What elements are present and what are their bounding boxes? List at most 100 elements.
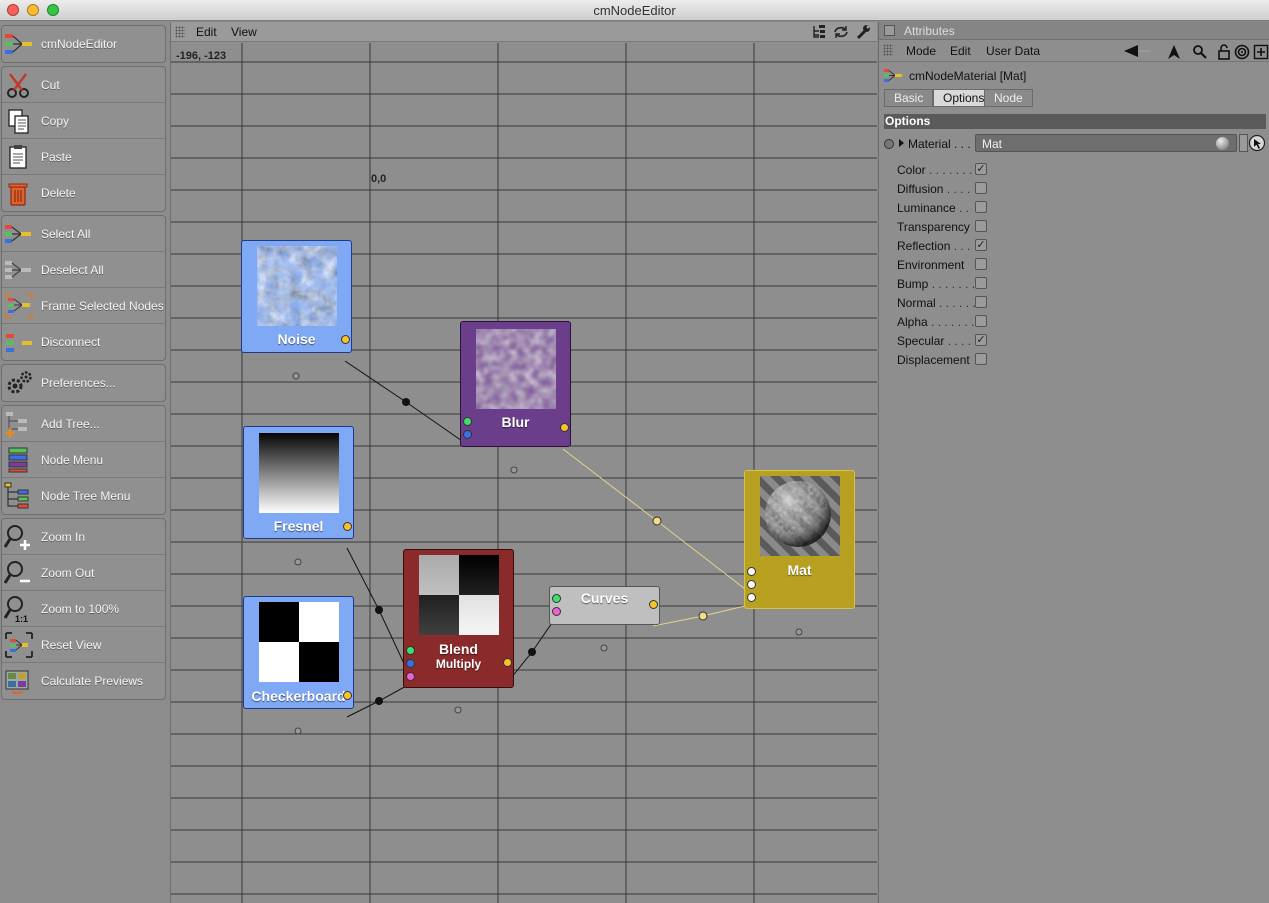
node-bottom-handle: [454, 706, 462, 714]
sidebar-item-node-tree-menu[interactable]: Node Tree Menu: [2, 478, 165, 514]
grip-handle-icon[interactable]: [175, 26, 185, 38]
sidebar-item-deselect-all[interactable]: Deselect All: [2, 252, 165, 288]
add-panel-icon[interactable]: [1253, 44, 1269, 60]
node-curves[interactable]: Curves: [549, 586, 660, 625]
option-row-environment: Environment: [897, 256, 1097, 275]
material-link-menu-button[interactable]: [1239, 134, 1248, 152]
curves-input-pink-port[interactable]: [552, 607, 561, 616]
blend-input-pink-port[interactable]: [406, 672, 415, 681]
noise-output-port[interactable]: [341, 335, 350, 344]
sidebar-item-paste[interactable]: Paste: [2, 139, 165, 175]
mat-input-port-3[interactable]: [747, 593, 756, 602]
back-arrow-icon[interactable]: [1122, 43, 1152, 59]
zoom-100-icon: 1:1: [4, 596, 28, 623]
option-label-text: Bump: [897, 277, 929, 291]
checkbox-specular[interactable]: ✓: [975, 334, 987, 346]
sidebar-item-disconnect[interactable]: Disconnect: [2, 324, 165, 360]
sidebar-group: Zoom In Zoom Out 1:1 Zoom to 100% Reset View…: [1, 518, 166, 700]
node-checkerboard[interactable]: Checkerboard: [243, 596, 354, 709]
deselect-all-icon: [5, 261, 31, 279]
node-blur[interactable]: Blur: [460, 321, 571, 447]
checkbox-alpha[interactable]: [975, 315, 987, 327]
menu-mode[interactable]: Mode: [906, 44, 936, 58]
zoom-out-icon: [4, 561, 30, 584]
sync-view-icon[interactable]: [833, 24, 849, 40]
sidebar-item-node-menu[interactable]: Node Menu: [2, 442, 165, 478]
lock-icon[interactable]: [1216, 44, 1232, 60]
checkbox-normal[interactable]: [975, 296, 987, 308]
blur-input-green-port[interactable]: [463, 417, 472, 426]
curves-input-green-port[interactable]: [552, 594, 561, 603]
up-arrow-icon[interactable]: [1166, 44, 1182, 60]
sidebar-item-zoom-out[interactable]: Zoom Out: [2, 555, 165, 591]
wrench-icon[interactable]: [855, 24, 871, 40]
checkerboard-output-port[interactable]: [343, 691, 352, 700]
tab-basic[interactable]: Basic: [884, 89, 934, 107]
checkbox-environment[interactable]: [975, 258, 987, 270]
node-noise[interactable]: Noise: [241, 240, 352, 353]
menu-edit[interactable]: Edit: [950, 44, 971, 58]
mat-input-port-2[interactable]: [747, 580, 756, 589]
sidebar-item-cut[interactable]: Cut: [2, 67, 165, 103]
sidebar-item-reset-view[interactable]: Reset View: [2, 627, 165, 663]
sidebar-item-label: Reset View: [41, 637, 102, 652]
node-fresnel[interactable]: Fresnel: [243, 426, 354, 539]
checkbox-diffusion[interactable]: [975, 182, 987, 194]
node-blend[interactable]: Blend Multiply: [403, 549, 514, 688]
material-link-field[interactable]: Mat: [975, 134, 1237, 152]
window-title: cmNodeEditor: [593, 3, 676, 18]
blur-input-blue-port[interactable]: [463, 430, 472, 439]
mat-preview: [760, 476, 840, 556]
option-row-diffusion: Diffusion . . . .: [897, 180, 1097, 199]
tab-node[interactable]: Node: [984, 89, 1033, 107]
checkbox-reflection[interactable]: ✓: [975, 239, 987, 251]
sidebar-item-zoom-in[interactable]: Zoom In: [2, 519, 165, 555]
blend-output-port[interactable]: [503, 658, 512, 667]
option-label: Environment: [897, 258, 964, 272]
search-icon[interactable]: [1192, 44, 1208, 60]
panel-checkbox[interactable]: [884, 25, 895, 36]
tree-view-icon[interactable]: [811, 24, 827, 40]
menu-view[interactable]: View: [231, 25, 257, 39]
sidebar-item-copy[interactable]: Copy: [2, 103, 165, 139]
menu-edit[interactable]: Edit: [196, 25, 217, 39]
fresnel-output-port[interactable]: [343, 522, 352, 531]
material-animation-dot[interactable]: [884, 139, 894, 149]
blend-input-blue-port[interactable]: [406, 659, 415, 668]
sidebar-item-select-all[interactable]: Select All: [2, 216, 165, 252]
grip-handle-icon[interactable]: [883, 44, 893, 56]
sidebar-item-delete[interactable]: Delete: [2, 175, 165, 211]
attributes-menu-bar: Mode Edit User Data: [879, 40, 1269, 62]
checkbox-displacement[interactable]: [975, 353, 987, 365]
node-blur-label: Blur: [501, 414, 530, 430]
checkbox-bump[interactable]: [975, 277, 987, 289]
target-icon[interactable]: [1234, 44, 1250, 60]
sidebar-group: cmNodeEditor: [1, 25, 166, 63]
option-label-dots: . . . . . .: [939, 296, 976, 310]
sidebar-item-zoom-to-100[interactable]: 1:1 Zoom to 100%: [2, 591, 165, 627]
mat-input-port-1[interactable]: [747, 567, 756, 576]
sidebar-item-calculate-previews[interactable]: Calculate Previews: [2, 663, 165, 699]
expand-arrow-icon[interactable]: [899, 139, 904, 147]
node-blend-label: Blend: [439, 641, 478, 657]
sidebar-item-preferences[interactable]: Preferences...: [2, 365, 165, 401]
node-mat[interactable]: Mat: [744, 470, 855, 609]
node-editor-canvas[interactable]: Edit View -196, -123 0,0 Noise Blur Fres…: [170, 22, 877, 903]
sidebar-item-cmnodeeditor[interactable]: cmNodeEditor: [2, 26, 165, 62]
sidebar-item-add-tree[interactable]: Add Tree...: [2, 406, 165, 442]
curves-output-port[interactable]: [649, 600, 658, 609]
checkbox-color[interactable]: ✓: [975, 163, 987, 175]
blur-output-port[interactable]: [560, 423, 569, 432]
sidebar-item-frame-selected-nodes[interactable]: Frame Selected Nodes: [2, 288, 165, 324]
blend-input-green-port[interactable]: [406, 646, 415, 655]
gear-icon: [7, 371, 32, 394]
checkbox-luminance[interactable]: [975, 201, 987, 213]
checkerboard-preview: [259, 602, 339, 682]
disconnect-icon: [6, 334, 32, 352]
option-label-text: Alpha: [897, 315, 928, 329]
checkbox-transparency[interactable]: [975, 220, 987, 232]
fresnel-preview: [259, 433, 339, 513]
sidebar-item-label: Node Menu: [41, 452, 104, 467]
menu-user-data[interactable]: User Data: [986, 44, 1040, 58]
pick-object-icon[interactable]: [1248, 134, 1268, 152]
